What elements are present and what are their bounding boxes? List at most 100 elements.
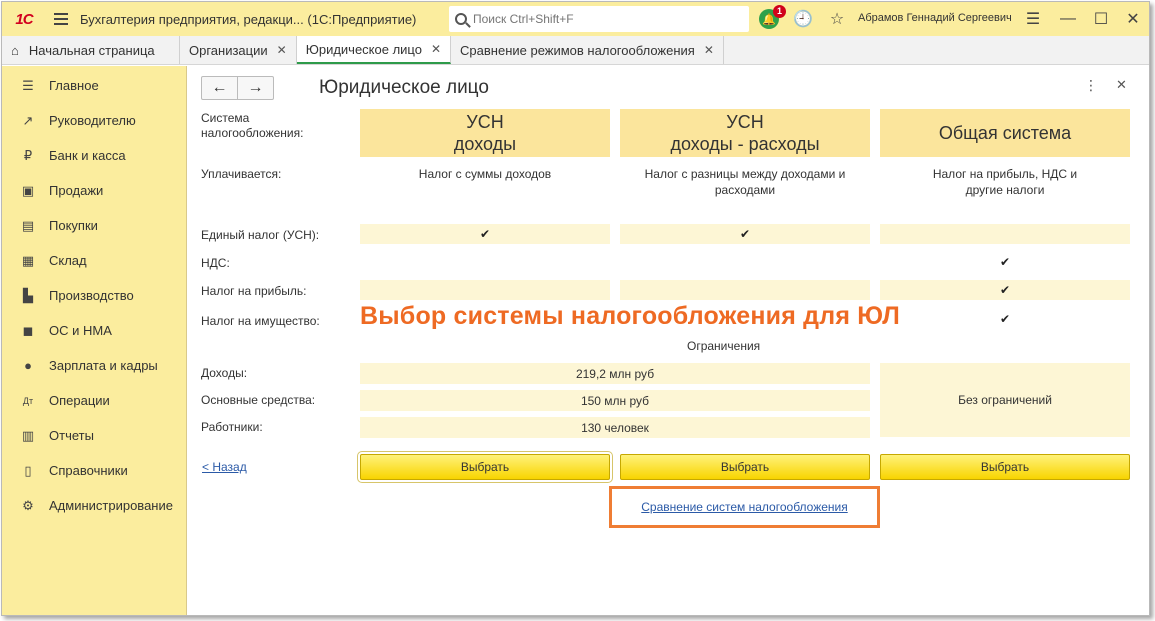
sidebar-item-label: Операции (49, 393, 110, 408)
page-title: Юридическое лицо (319, 77, 489, 98)
column-title: УСН (726, 112, 764, 132)
cart-icon: ▤ (21, 217, 35, 233)
forward-arrow-icon[interactable]: → (238, 77, 273, 99)
sidebar-item-operations[interactable]: Дт Операции (2, 383, 186, 418)
property-tax-label: Налог на имущество: (201, 314, 320, 328)
sidebar-item-salary[interactable]: ● Зарплата и кадры (2, 348, 186, 383)
sidebar-item-label: Продажи (49, 183, 104, 198)
sidebar-item-label: Руководителю (49, 113, 136, 128)
sidebar-item-manager[interactable]: ↗ Руководителю (2, 103, 186, 138)
minimize-icon[interactable]: — (1057, 6, 1079, 32)
select-usn-income-button[interactable]: Выбрать (357, 451, 613, 483)
vat-general-check: ✔ (999, 255, 1011, 269)
sidebar-item-label: Производство (49, 288, 134, 303)
search-box[interactable] (449, 6, 749, 32)
sidebar-item-main[interactable]: ☰ Главное (2, 68, 186, 103)
income-label: Доходы: (201, 366, 248, 380)
employees-label: Работники: (201, 420, 263, 434)
more-actions-icon[interactable]: ⋮ (1084, 77, 1098, 94)
profit-usn-ie-cell (620, 280, 870, 300)
back-arrow-icon[interactable]: ← (202, 77, 238, 99)
sidebar-item-label: ОС и НМА (49, 323, 112, 338)
column-title: Общая система (938, 123, 1072, 143)
fixed-assets-label: Основные средства: (201, 393, 316, 407)
annotation-heading: Выбор системы налогообложения для ЮЛ (360, 302, 901, 330)
tab-organizations[interactable]: Организации ✕ (180, 36, 297, 64)
sidebar-item-label: Банк и касса (49, 148, 126, 163)
sidebar-item-label: Зарплата и кадры (49, 358, 158, 373)
compare-highlight-box: Сравнение систем налогообложения (609, 486, 880, 528)
single-tax-usn-ie-check: ✔ (620, 224, 870, 244)
settings-menu-icon[interactable]: ☰ (1022, 6, 1044, 32)
history-icon[interactable]: 🕘 (792, 6, 814, 32)
column-header-usn-income-expenses: УСН доходы - расходы (620, 109, 870, 157)
tab-legal-entity[interactable]: Юридическое лицо ✕ (296, 36, 452, 64)
sidebar-item-sales[interactable]: ▣ Продажи (2, 173, 186, 208)
sidebar-item-label: Справочники (49, 463, 128, 478)
sidebar-item-warehouse[interactable]: ▦ Склад (2, 243, 186, 278)
compare-tax-systems-link[interactable]: Сравнение систем налогообложения (641, 500, 847, 514)
tab-label: Юридическое лицо (305, 41, 422, 57)
sidebar-item-label: Склад (49, 253, 87, 268)
select-usn-income-expenses-button[interactable]: Выбрать (620, 454, 870, 480)
truck-icon: ◼ (22, 322, 34, 338)
column-title: УСН (466, 112, 504, 132)
column-description: Налог с разницы между доходами и расхода… (644, 167, 846, 197)
back-link[interactable]: < Назад (202, 460, 247, 474)
tab-label: Начальная страница (28, 42, 155, 58)
notifications-button[interactable]: 🔔 1 (758, 5, 786, 32)
tax-system-label: Система налогообложения: (201, 111, 304, 140)
paid-label: Уплачивается: (201, 167, 282, 181)
close-icon[interactable]: ✕ (704, 43, 714, 57)
sidebar-item-purchases[interactable]: ▤ Покупки (2, 208, 186, 243)
maximize-icon[interactable]: ☐ (1090, 6, 1112, 32)
search-input[interactable] (473, 12, 733, 26)
app-title: Бухгалтерия предприятия, редакци... (1С:… (80, 11, 417, 27)
form-area: ← → Юридическое лицо ⋮ ✕ Система налогоо… (188, 66, 1149, 615)
profit-general-check: ✔ (880, 280, 1130, 300)
user-name[interactable]: Абрамов Геннадий Сергеевич (858, 12, 1012, 24)
profit-usn-income-cell (360, 280, 610, 300)
trend-icon: ↗ (22, 112, 34, 128)
tab-bar: ⌂ Начальная страница Организации ✕ Юриди… (2, 36, 1149, 65)
tab-label: Организации (189, 42, 268, 58)
sidebar-item-label: Главное (49, 78, 99, 93)
app-logo: 1С (15, 10, 33, 28)
notifications-badge: 1 (772, 5, 786, 18)
sidebar-item-assets[interactable]: ◼ ОС и НМА (2, 313, 186, 348)
sidebar-item-catalogs[interactable]: ▯ Справочники (2, 453, 186, 488)
main-menu-icon[interactable] (46, 2, 76, 36)
employees-limit: 130 человек (360, 417, 870, 438)
favorites-star-icon[interactable]: ☆ (826, 6, 848, 32)
fixed-assets-limit: 150 млн руб (360, 390, 870, 411)
tab-tax-comparison[interactable]: Сравнение режимов налогообложения ✕ (451, 36, 724, 64)
column-subtitle: доходы - расходы (670, 134, 820, 154)
close-icon[interactable]: ✕ (431, 42, 441, 56)
general-no-limits: Без ограничений (880, 363, 1130, 437)
history-nav: ← → (201, 76, 274, 100)
property-general-check: ✔ (999, 312, 1011, 326)
gear-icon: ⚙ (22, 497, 34, 513)
factory-icon: ▙ (23, 287, 33, 303)
bag-icon: ▣ (21, 182, 35, 198)
form-close-icon[interactable]: ✕ (1116, 77, 1127, 93)
single-tax-general-cell (880, 224, 1130, 244)
home-icon: ⌂ (11, 42, 19, 58)
sidebar-item-reports[interactable]: ▥ Отчеты (2, 418, 186, 453)
report-icon: ▥ (21, 427, 35, 443)
close-window-icon[interactable]: ✕ (1122, 6, 1144, 32)
restrictions-title: Ограничения (687, 339, 761, 353)
sidebar-item-bank[interactable]: ₽ Банк и касса (2, 138, 186, 173)
ruble-icon: ₽ (23, 147, 33, 163)
sidebar-item-production[interactable]: ▙ Производство (2, 278, 186, 313)
app-window: 1С Бухгалтерия предприятия, редакци... (… (1, 1, 1150, 616)
column-subtitle: доходы (453, 134, 517, 154)
search-icon (455, 13, 467, 25)
close-icon[interactable]: ✕ (277, 43, 287, 57)
tab-home[interactable]: ⌂ Начальная страница (2, 36, 180, 64)
select-general-button[interactable]: Выбрать (880, 454, 1130, 480)
sidebar-item-admin[interactable]: ⚙ Администрирование (2, 488, 186, 523)
vat-label: НДС: (201, 256, 230, 270)
single-tax-usn-income-check: ✔ (360, 224, 610, 244)
income-limit: 219,2 млн руб (360, 363, 870, 384)
